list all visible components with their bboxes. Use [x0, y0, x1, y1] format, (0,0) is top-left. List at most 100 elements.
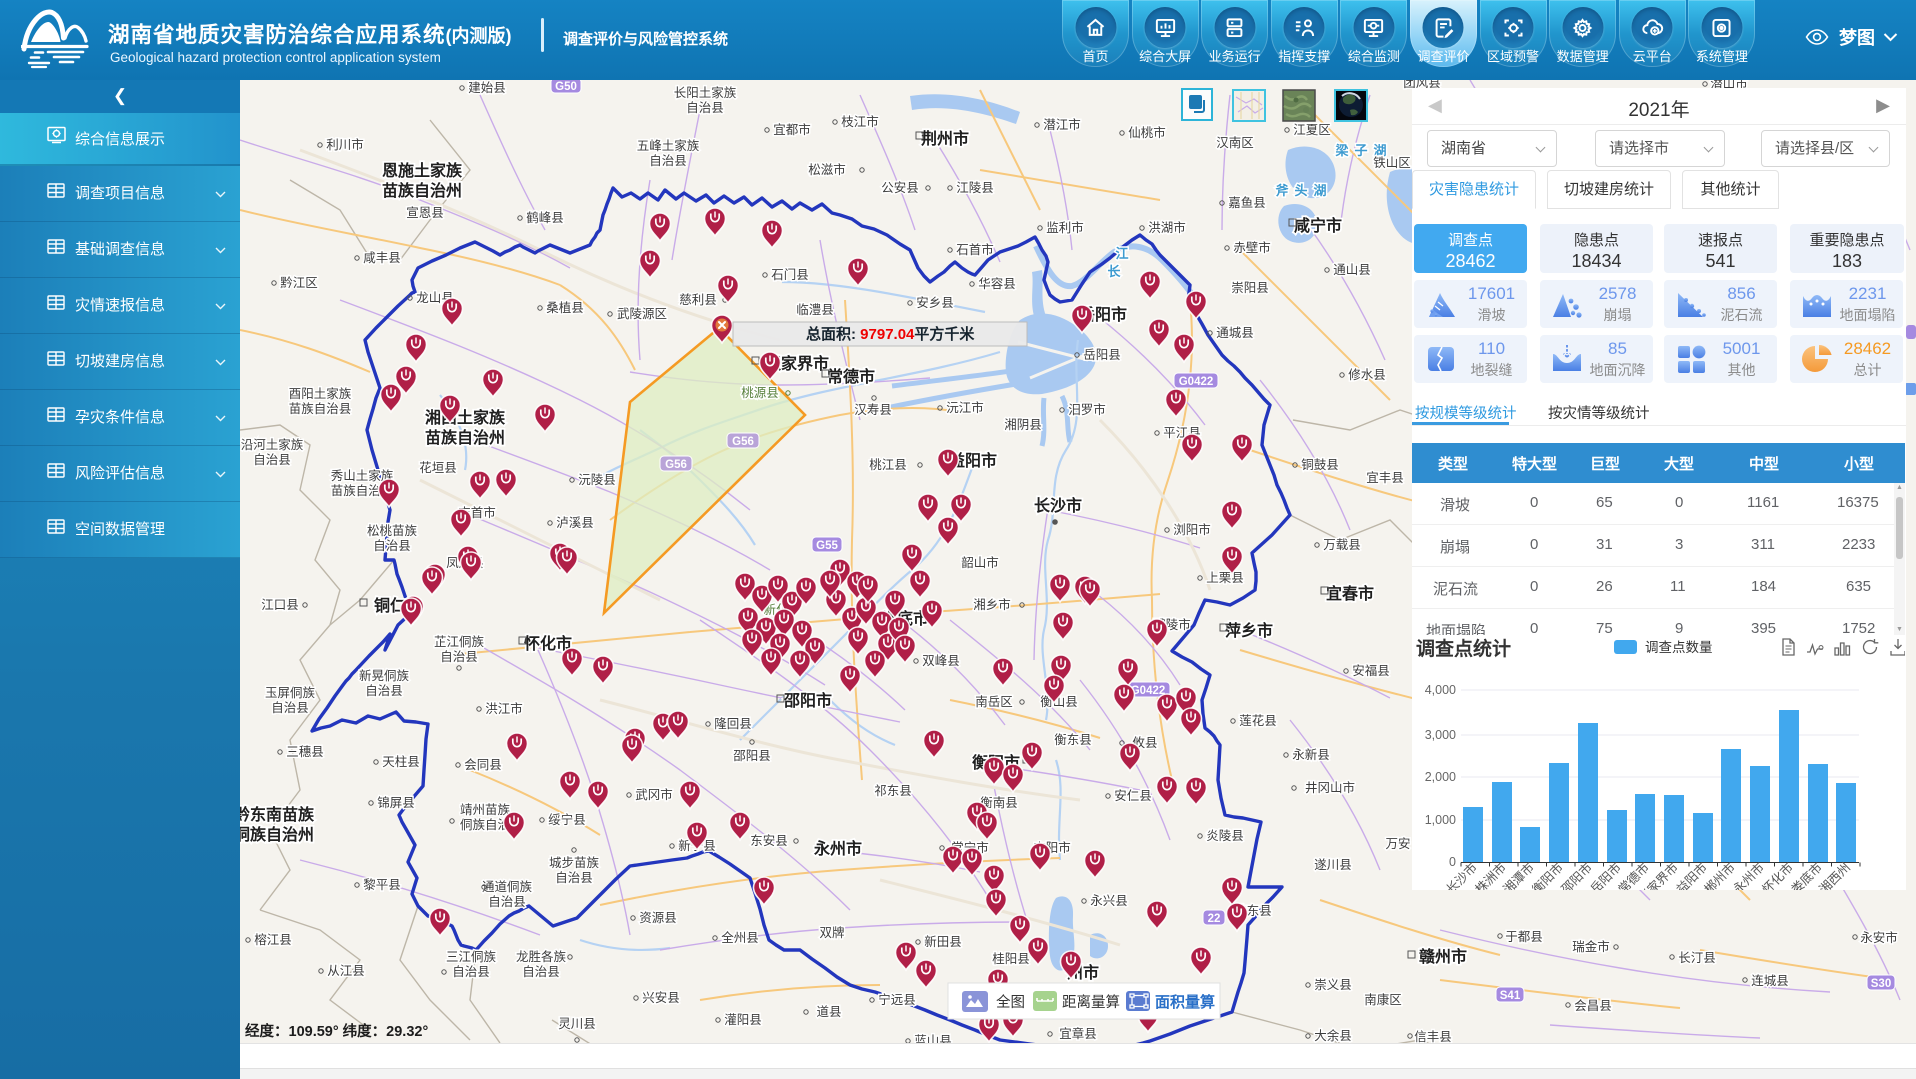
svg-text:调查点统计: 调查点统计: [1416, 637, 1511, 660]
svg-text:总面积: 9797.04平方千米: 总面积: 9797.04平方千米: [806, 325, 975, 343]
svg-text:宜春市: 宜春市: [1326, 584, 1374, 603]
svg-text:万安: 万安: [1385, 836, 1410, 851]
svg-text:1,000: 1,000: [1425, 813, 1456, 827]
svg-text:灌阳县: 灌阳县: [724, 1013, 762, 1027]
svg-text:江口县: 江口县: [261, 598, 299, 612]
svg-text:洪江市: 洪江市: [485, 701, 523, 716]
svg-text:武陵源区: 武陵源区: [617, 307, 667, 321]
svg-text:建始县: 建始县: [468, 81, 506, 95]
svg-text:自治县: 自治县: [452, 965, 490, 979]
svg-text:黔江区: 黔江区: [280, 275, 318, 290]
svg-text:常德市: 常德市: [827, 367, 875, 386]
svg-text:邵阳市: 邵阳市: [783, 691, 832, 710]
svg-text:炎陵县: 炎陵县: [1206, 829, 1244, 843]
svg-text:自治县: 自治县: [365, 684, 403, 698]
svg-text:斧头湖: 斧头湖: [1275, 183, 1332, 198]
svg-text:桃源县: 桃源县: [741, 385, 779, 400]
svg-text:苗族自治州: 苗族自治州: [425, 428, 505, 447]
svg-text:崇阳县: 崇阳县: [1231, 281, 1269, 295]
svg-text:公安县: 公安县: [881, 180, 919, 195]
svg-text:潜江市: 潜江市: [1043, 117, 1081, 132]
svg-text:恩施土家族: 恩施土家族: [382, 161, 463, 180]
svg-text:鹤峰县: 鹤峰县: [526, 210, 564, 225]
svg-text:泸溪县: 泸溪县: [556, 516, 594, 530]
svg-text:铁山区: 铁山区: [1373, 156, 1411, 170]
svg-text:从江县: 从江县: [327, 964, 365, 978]
svg-text:G0422: G0422: [1179, 376, 1214, 388]
svg-text:G56: G56: [732, 436, 754, 448]
svg-text:万载县: 万载县: [1323, 538, 1361, 552]
svg-text:S30: S30: [1871, 978, 1891, 990]
svg-text:通山县: 通山县: [1333, 263, 1371, 277]
svg-text:湘西土家族: 湘西土家族: [425, 408, 506, 427]
svg-text:南岳区: 南岳区: [975, 694, 1013, 709]
svg-text:兴安县: 兴安县: [642, 990, 680, 1005]
svg-text:遂川县: 遂川县: [1314, 858, 1352, 872]
svg-text:崇义县: 崇义县: [1314, 978, 1352, 992]
svg-text:靖州苗族: 靖州苗族: [460, 803, 511, 817]
svg-text:资源县: 资源县: [639, 911, 677, 925]
svg-text:五峰土家族: 五峰土家族: [637, 138, 700, 153]
svg-text:慈利县: 慈利县: [679, 292, 717, 307]
svg-text:2,000: 2,000: [1425, 770, 1456, 784]
svg-text:汨罗市: 汨罗市: [1068, 402, 1106, 417]
svg-text:武冈市: 武冈市: [635, 787, 673, 802]
svg-text:萍乡市: 萍乡市: [1225, 621, 1273, 640]
svg-text:荆州市: 荆州市: [921, 129, 969, 148]
svg-text:利川市: 利川市: [326, 137, 364, 152]
svg-text:韶山市: 韶山市: [961, 555, 999, 570]
svg-text:双牌: 双牌: [819, 925, 844, 940]
svg-text:锦屏县: 锦屏县: [377, 796, 415, 810]
svg-text:自治县: 自治县: [522, 965, 560, 979]
svg-text:桑植县: 桑植县: [546, 300, 584, 315]
svg-text:永新县: 永新县: [1292, 747, 1330, 762]
svg-text:玉屏侗族: 玉屏侗族: [265, 686, 316, 700]
svg-text:调查点数量: 调查点数量: [1645, 640, 1713, 655]
svg-text:连城县: 连城县: [1751, 973, 1789, 988]
svg-text:S41: S41: [1500, 990, 1521, 1002]
svg-text:咸宁市: 咸宁市: [1294, 216, 1342, 235]
svg-text:江: 江: [1115, 246, 1128, 261]
svg-text:G55: G55: [816, 540, 838, 552]
svg-text:侗族自治: 侗族自治: [460, 818, 510, 832]
svg-text:宁远县: 宁远县: [878, 992, 916, 1007]
svg-text:自治县: 自治县: [555, 871, 593, 885]
svg-text:蓝山县: 蓝山县: [914, 1034, 952, 1043]
svg-text:自治县: 自治县: [271, 701, 309, 715]
svg-text:大余县: 大余县: [1314, 1028, 1352, 1043]
svg-text:22: 22: [1208, 913, 1221, 925]
svg-text:松滋市: 松滋市: [808, 162, 846, 177]
svg-text:临澧县: 临澧县: [796, 303, 834, 317]
svg-text:0: 0: [1449, 855, 1456, 869]
svg-text:赤壁市: 赤壁市: [1233, 240, 1271, 255]
svg-text:长: 长: [1107, 264, 1121, 279]
svg-text:距离量算: 距离量算: [1062, 994, 1120, 1011]
svg-text:衡东县: 衡东县: [1054, 733, 1092, 747]
svg-text:黔东南苗族: 黔东南苗族: [240, 805, 315, 824]
svg-text:信丰县: 信丰县: [1414, 1030, 1452, 1043]
svg-text:G50: G50: [555, 81, 577, 93]
svg-text:咸丰县: 咸丰县: [363, 251, 401, 265]
svg-text:自治县: 自治县: [649, 154, 687, 168]
svg-text:松桃苗族: 松桃苗族: [367, 523, 418, 538]
svg-text:自治县: 自治县: [488, 895, 526, 909]
svg-text:龙胜各族: 龙胜各族: [516, 949, 567, 964]
svg-text:安乡县: 安乡县: [916, 295, 954, 310]
svg-text:双峰县: 双峰县: [922, 654, 960, 668]
svg-text:沅江市: 沅江市: [946, 400, 984, 415]
svg-text:通城县: 通城县: [1216, 326, 1254, 340]
svg-text:隆回县: 隆回县: [714, 716, 752, 731]
svg-text:三穗县: 三穗县: [286, 745, 324, 759]
svg-text:上栗县: 上栗县: [1206, 571, 1244, 585]
svg-text:通道侗族: 通道侗族: [482, 880, 533, 894]
svg-text:经度：109.59° 纬度：29.32°: 经度：109.59° 纬度：29.32°: [245, 1022, 428, 1040]
svg-text:芷江侗族: 芷江侗族: [434, 635, 485, 649]
svg-text:岳阳县: 岳阳县: [1083, 348, 1121, 362]
svg-text:桂阳县: 桂阳县: [992, 951, 1030, 966]
svg-text:东安县: 东安县: [750, 833, 788, 848]
svg-text:汉寿县: 汉寿县: [854, 403, 892, 417]
svg-text:自治县: 自治县: [686, 101, 724, 115]
svg-text:长阳土家族: 长阳土家族: [674, 85, 737, 100]
svg-text:湘阴县: 湘阴县: [1004, 417, 1042, 432]
svg-text:榕江县: 榕江县: [254, 932, 292, 947]
